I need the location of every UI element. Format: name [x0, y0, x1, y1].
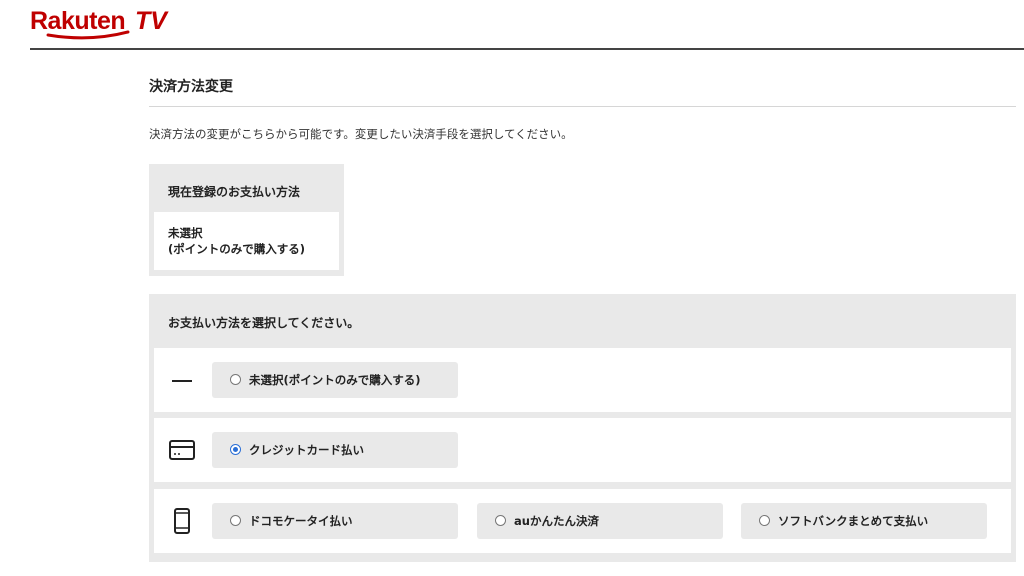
radio-credit-card[interactable]: [230, 444, 241, 455]
payment-row-carrier: ドコモケータイ払い auかんたん決済 ソフトバンクまとめて支払い: [154, 489, 1011, 553]
payment-selection-panel: お支払い方法を選択してください。 未選択(ポイントのみで購入する) クレジットカ…: [149, 294, 1016, 562]
radio-docomo[interactable]: [230, 515, 241, 526]
payment-row-none: 未選択(ポイントのみで購入する): [154, 348, 1011, 412]
mobile-phone-icon: [174, 508, 190, 534]
option-credit-card-label: クレジットカード払い: [249, 443, 364, 457]
credit-card-icon: [169, 440, 195, 460]
header-divider: [30, 48, 1024, 50]
current-payment-box: 現在登録のお支払い方法 未選択 (ポイントのみで購入する): [149, 164, 344, 276]
option-docomo-label: ドコモケータイ払い: [249, 514, 353, 528]
payment-selection-heading: お支払い方法を選択してください。: [168, 316, 360, 330]
current-payment-line2: (ポイントのみで購入する): [168, 242, 306, 256]
rakuten-tv-logo[interactable]: Rakuten TV: [30, 4, 180, 40]
option-points-only-label: 未選択(ポイントのみで購入する): [249, 373, 421, 387]
page-description: 決済方法の変更がこちらから可能です。変更したい決済手段を選択してください。: [149, 127, 573, 141]
option-softbank[interactable]: ソフトバンクまとめて支払い: [741, 503, 987, 539]
radio-points-only[interactable]: [230, 374, 241, 385]
option-docomo[interactable]: ドコモケータイ払い: [212, 503, 458, 539]
dash-icon: [172, 380, 192, 382]
option-au-label: auかんたん決済: [514, 514, 599, 528]
payment-row-credit: クレジットカード払い: [154, 418, 1011, 482]
svg-text:Rakuten: Rakuten: [30, 7, 125, 35]
option-credit-card[interactable]: クレジットカード払い: [212, 432, 458, 468]
option-points-only[interactable]: 未選択(ポイントのみで購入する): [212, 362, 458, 398]
page-title: 決済方法変更: [149, 79, 233, 95]
current-payment-value: 未選択 (ポイントのみで購入する): [154, 212, 339, 270]
current-payment-heading: 現在登録のお支払い方法: [168, 185, 301, 199]
svg-text:TV: TV: [135, 7, 169, 35]
radio-softbank[interactable]: [759, 515, 770, 526]
title-divider: [149, 106, 1016, 107]
option-au[interactable]: auかんたん決済: [477, 503, 723, 539]
current-payment-line1: 未選択: [168, 226, 203, 240]
option-softbank-label: ソフトバンクまとめて支払い: [778, 514, 929, 528]
radio-au[interactable]: [495, 515, 506, 526]
